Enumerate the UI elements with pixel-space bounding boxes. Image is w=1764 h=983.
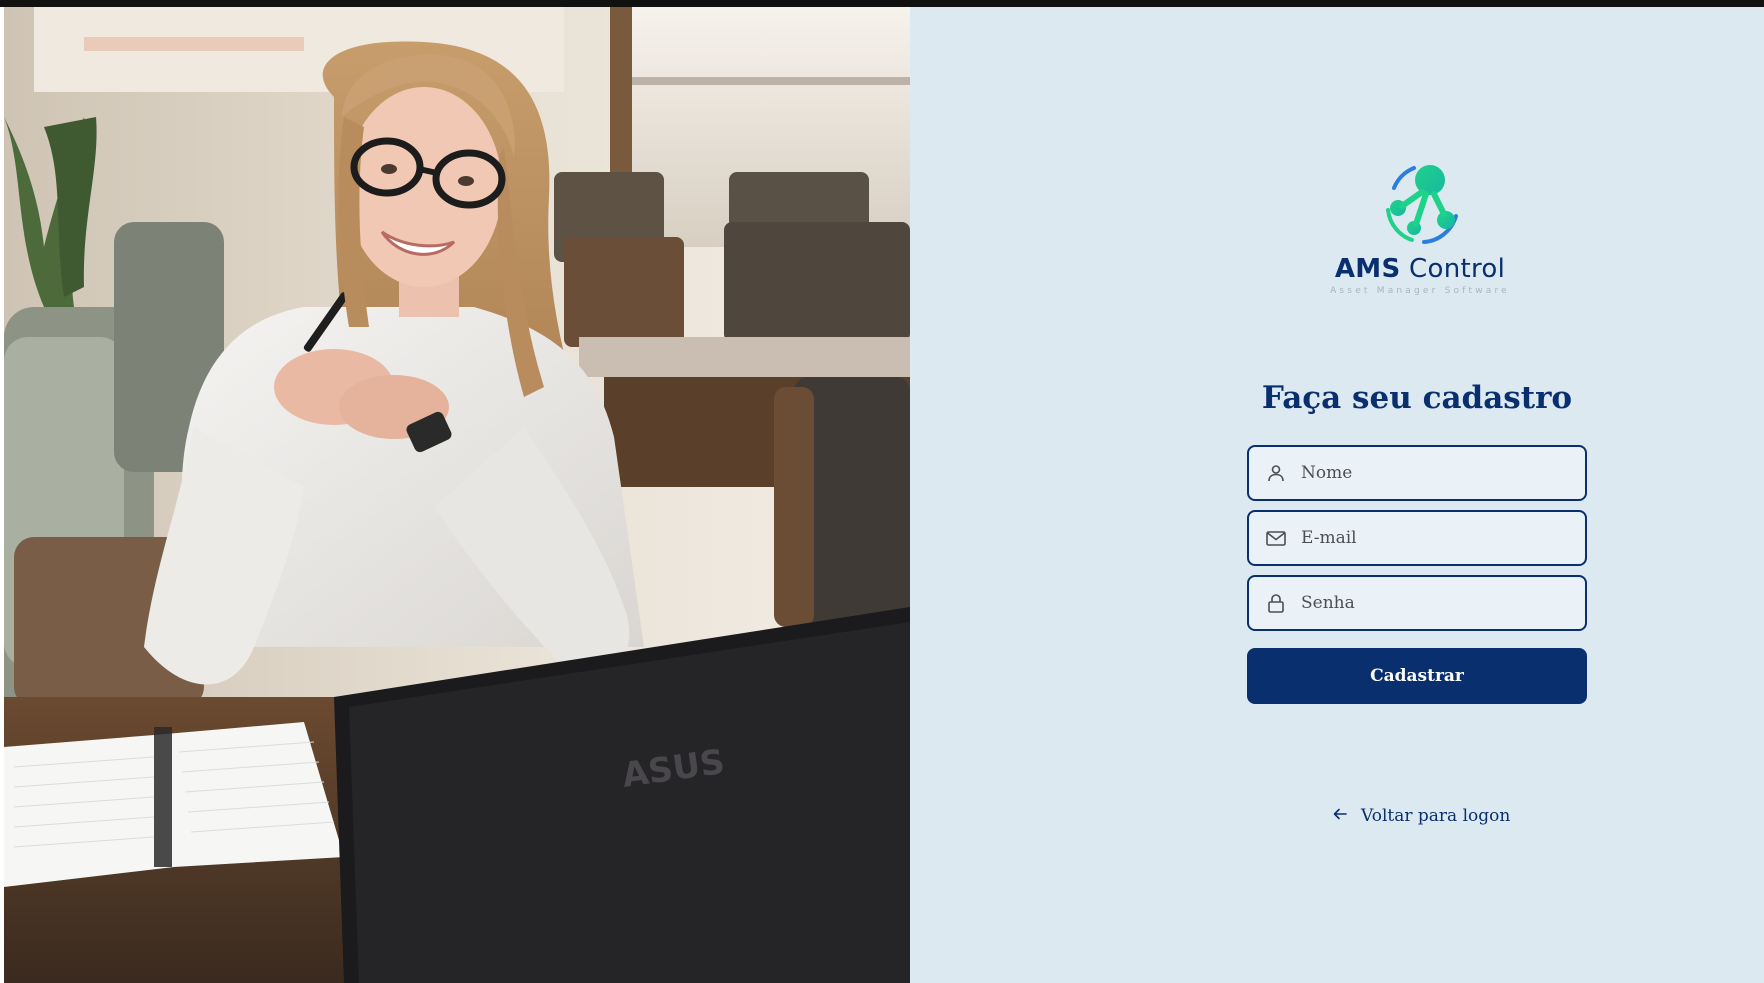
password-input[interactable]: [1301, 577, 1561, 629]
name-field[interactable]: [1247, 445, 1587, 501]
molecule-logo-icon: [1386, 165, 1458, 244]
email-field[interactable]: [1247, 510, 1587, 566]
password-field[interactable]: [1247, 575, 1587, 631]
brand: AMS Control Asset Manager Software: [1320, 158, 1520, 296]
window-top-bar: [0, 0, 1764, 7]
signup-button[interactable]: Cadastrar: [1247, 648, 1587, 704]
brand-name-bold: AMS: [1334, 254, 1401, 284]
hero-photo-illustration: ASUS: [4, 7, 910, 983]
mail-icon: [1265, 527, 1287, 549]
name-input[interactable]: [1301, 447, 1561, 499]
brand-tagline: Asset Manager Software: [1330, 286, 1510, 296]
user-icon: [1265, 462, 1287, 484]
brand-name: AMS Control: [1320, 254, 1520, 284]
hero-photo: ASUS: [4, 7, 910, 983]
page-title: Faça seu cadastro: [1261, 380, 1573, 416]
back-to-logon-link[interactable]: Voltar para logon: [1333, 806, 1510, 826]
brand-name-light: Control: [1409, 254, 1506, 284]
arrow-left-icon: [1333, 806, 1347, 826]
back-link-label: Voltar para logon: [1361, 806, 1511, 826]
email-input[interactable]: [1301, 512, 1561, 564]
lock-icon: [1265, 592, 1287, 614]
